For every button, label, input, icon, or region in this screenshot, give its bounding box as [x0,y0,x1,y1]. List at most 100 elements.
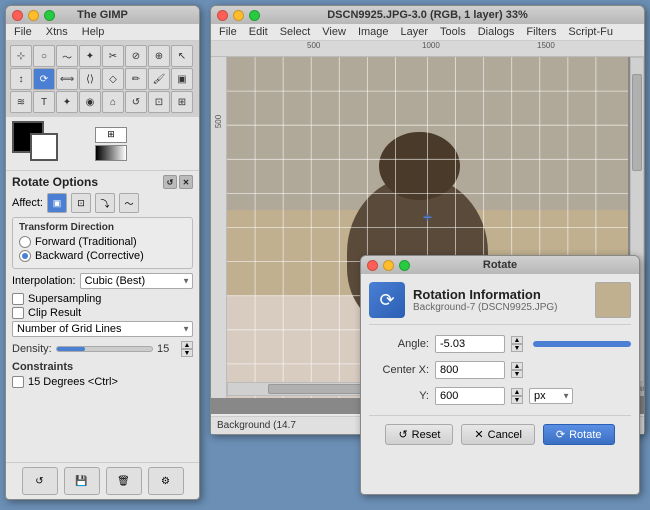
y-row: Y: ▲ ▼ px ▼ [369,387,631,405]
menu-xtns[interactable]: Xtns [44,25,70,39]
shear-tool[interactable]: ⟨⟩ [79,68,101,90]
bucket-tool[interactable]: ▣ [171,68,193,90]
density-stepper[interactable]: ▲ ▼ [181,341,193,357]
affect-path-btn[interactable]: ⤵ [95,193,115,213]
image-maximize-btn[interactable] [249,10,260,21]
img-menu-dialogs[interactable]: Dialogs [476,25,517,39]
perspective-tool[interactable]: ◇ [102,68,124,90]
degrees-checkbox[interactable] [12,376,24,388]
center-x-stepper[interactable]: ▲ ▼ [511,362,523,378]
img-menu-tools[interactable]: Tools [438,25,468,39]
by-color-tool[interactable]: ⊘ [125,45,147,67]
rotate-button[interactable]: ⟳ Rotate [543,424,615,445]
img-menu-select[interactable]: Select [278,25,313,39]
fuzzy-select-tool[interactable]: ✦ [79,45,101,67]
pencil-tool[interactable]: ✏ [125,68,147,90]
scale-tool[interactable]: ⟺ [56,68,78,90]
img-menu-view[interactable]: View [320,25,348,39]
supersampling-row[interactable]: Supersampling [12,293,193,305]
maximize-button[interactable] [44,10,55,21]
flip-tool[interactable]: ↺ [125,91,147,113]
y-input[interactable] [435,387,505,405]
rotate-tool[interactable]: ⟳ [33,68,55,90]
affect-layer-btn[interactable]: ▣ [47,193,67,213]
options-restore-icon[interactable]: ↺ [163,175,177,189]
minimize-button[interactable] [28,10,39,21]
img-menu-scriptfu[interactable]: Script-Fu [566,25,615,39]
airbrush-tool[interactable]: ⌂ [102,91,124,113]
img-menu-file[interactable]: File [217,25,239,39]
y-up-btn[interactable]: ▲ [511,388,523,396]
clip-result-row[interactable]: Clip Result [12,307,193,319]
forward-radio-row[interactable]: Forward (Traditional) [19,236,186,248]
heal-tool[interactable]: ◉ [79,91,101,113]
options-close-icon[interactable]: ✕ [179,175,193,189]
affect-curve-btn[interactable]: 〜 [119,193,139,213]
image-close-btn[interactable] [217,10,228,21]
rotate-minimize-btn[interactable] [383,260,394,271]
angle-input[interactable] [435,335,505,353]
text-tool[interactable]: T [33,91,55,113]
grid-lines-arrow-icon: ▼ [182,325,190,334]
y-down-btn[interactable]: ▼ [511,396,523,404]
angle-down-btn[interactable]: ▼ [511,344,523,352]
grid-lines-select[interactable]: Number of Grid Lines ▼ [12,321,193,337]
clone-tool[interactable]: ✦ [56,91,78,113]
rect-select-tool[interactable]: ⊹ [10,45,32,67]
supersampling-checkbox[interactable] [12,293,24,305]
forward-label: Forward (Traditional) [35,236,137,248]
paint-tool[interactable]: 🖌 [148,68,170,90]
density-down-btn[interactable]: ▼ [181,349,193,357]
gradient-swatch[interactable] [95,145,127,161]
rotate-close-btn[interactable] [367,260,378,271]
clip-result-checkbox[interactable] [12,307,24,319]
move-tool[interactable]: ↖ [171,45,193,67]
cancel-button[interactable]: ✕ Cancel [461,424,534,445]
toolbox-save-btn[interactable]: 💾 [64,467,100,495]
degrees-row[interactable]: 15 Degrees <Ctrl> [12,376,193,388]
scissors-tool[interactable]: ✂ [102,45,124,67]
toolbox-reset-btn[interactable]: ↺ [22,467,58,495]
img-menu-edit[interactable]: Edit [247,25,270,39]
forward-radio[interactable] [19,236,31,248]
angle-up-btn[interactable]: ▲ [511,336,523,344]
img-menu-layer[interactable]: Layer [399,25,431,39]
unit-select-wrapper: px ▼ [529,388,631,404]
unit-select[interactable]: px ▼ [529,388,573,404]
crop-tool[interactable]: ↕ [10,68,32,90]
rotate-maximize-btn[interactable] [399,260,410,271]
density-up-btn[interactable]: ▲ [181,341,193,349]
image-minimize-btn[interactable] [233,10,244,21]
path-tool[interactable]: ⊡ [148,91,170,113]
y-stepper[interactable]: ▲ ▼ [511,388,523,404]
affect-selection-btn[interactable]: ⊡ [71,193,91,213]
angle-stepper[interactable]: ▲ ▼ [511,336,523,352]
menu-help[interactable]: Help [80,25,107,39]
center-x-input[interactable] [435,361,505,379]
interpolation-select-wrapper: Cubic (Best) ▼ [80,273,193,289]
free-select-tool[interactable]: 〜 [56,45,78,67]
center-x-down-btn[interactable]: ▼ [511,370,523,378]
intelli-tool[interactable]: ⊕ [148,45,170,67]
backward-radio[interactable] [19,250,31,262]
background-color[interactable] [30,133,58,161]
interpolation-select[interactable]: Cubic (Best) ▼ [80,273,193,289]
angle-slider[interactable] [533,341,631,347]
backward-radio-row[interactable]: Backward (Corrective) [19,250,186,262]
eyedropper-tool[interactable]: ⊞ [171,91,193,113]
toolbox-delete-btn[interactable]: 🗑 [106,467,142,495]
close-button[interactable] [12,10,23,21]
menu-file[interactable]: File [12,25,34,39]
density-slider[interactable] [56,346,153,352]
scrollbar-thumb-v[interactable] [632,74,642,171]
toolbox-titlebar: The GIMP [6,6,199,24]
toolbox-config-btn[interactable]: ⚙ [148,467,184,495]
img-menu-image[interactable]: Image [356,25,391,39]
ellipse-select-tool[interactable]: ○ [33,45,55,67]
blend-tool[interactable]: ≋ [10,91,32,113]
dialog-thumbnail [595,282,631,318]
center-x-up-btn[interactable]: ▲ [511,362,523,370]
img-menu-filters[interactable]: Filters [524,25,558,39]
reset-button[interactable]: ↺ Reset [385,424,453,445]
pattern-swatch[interactable]: ⊞ [95,127,127,143]
